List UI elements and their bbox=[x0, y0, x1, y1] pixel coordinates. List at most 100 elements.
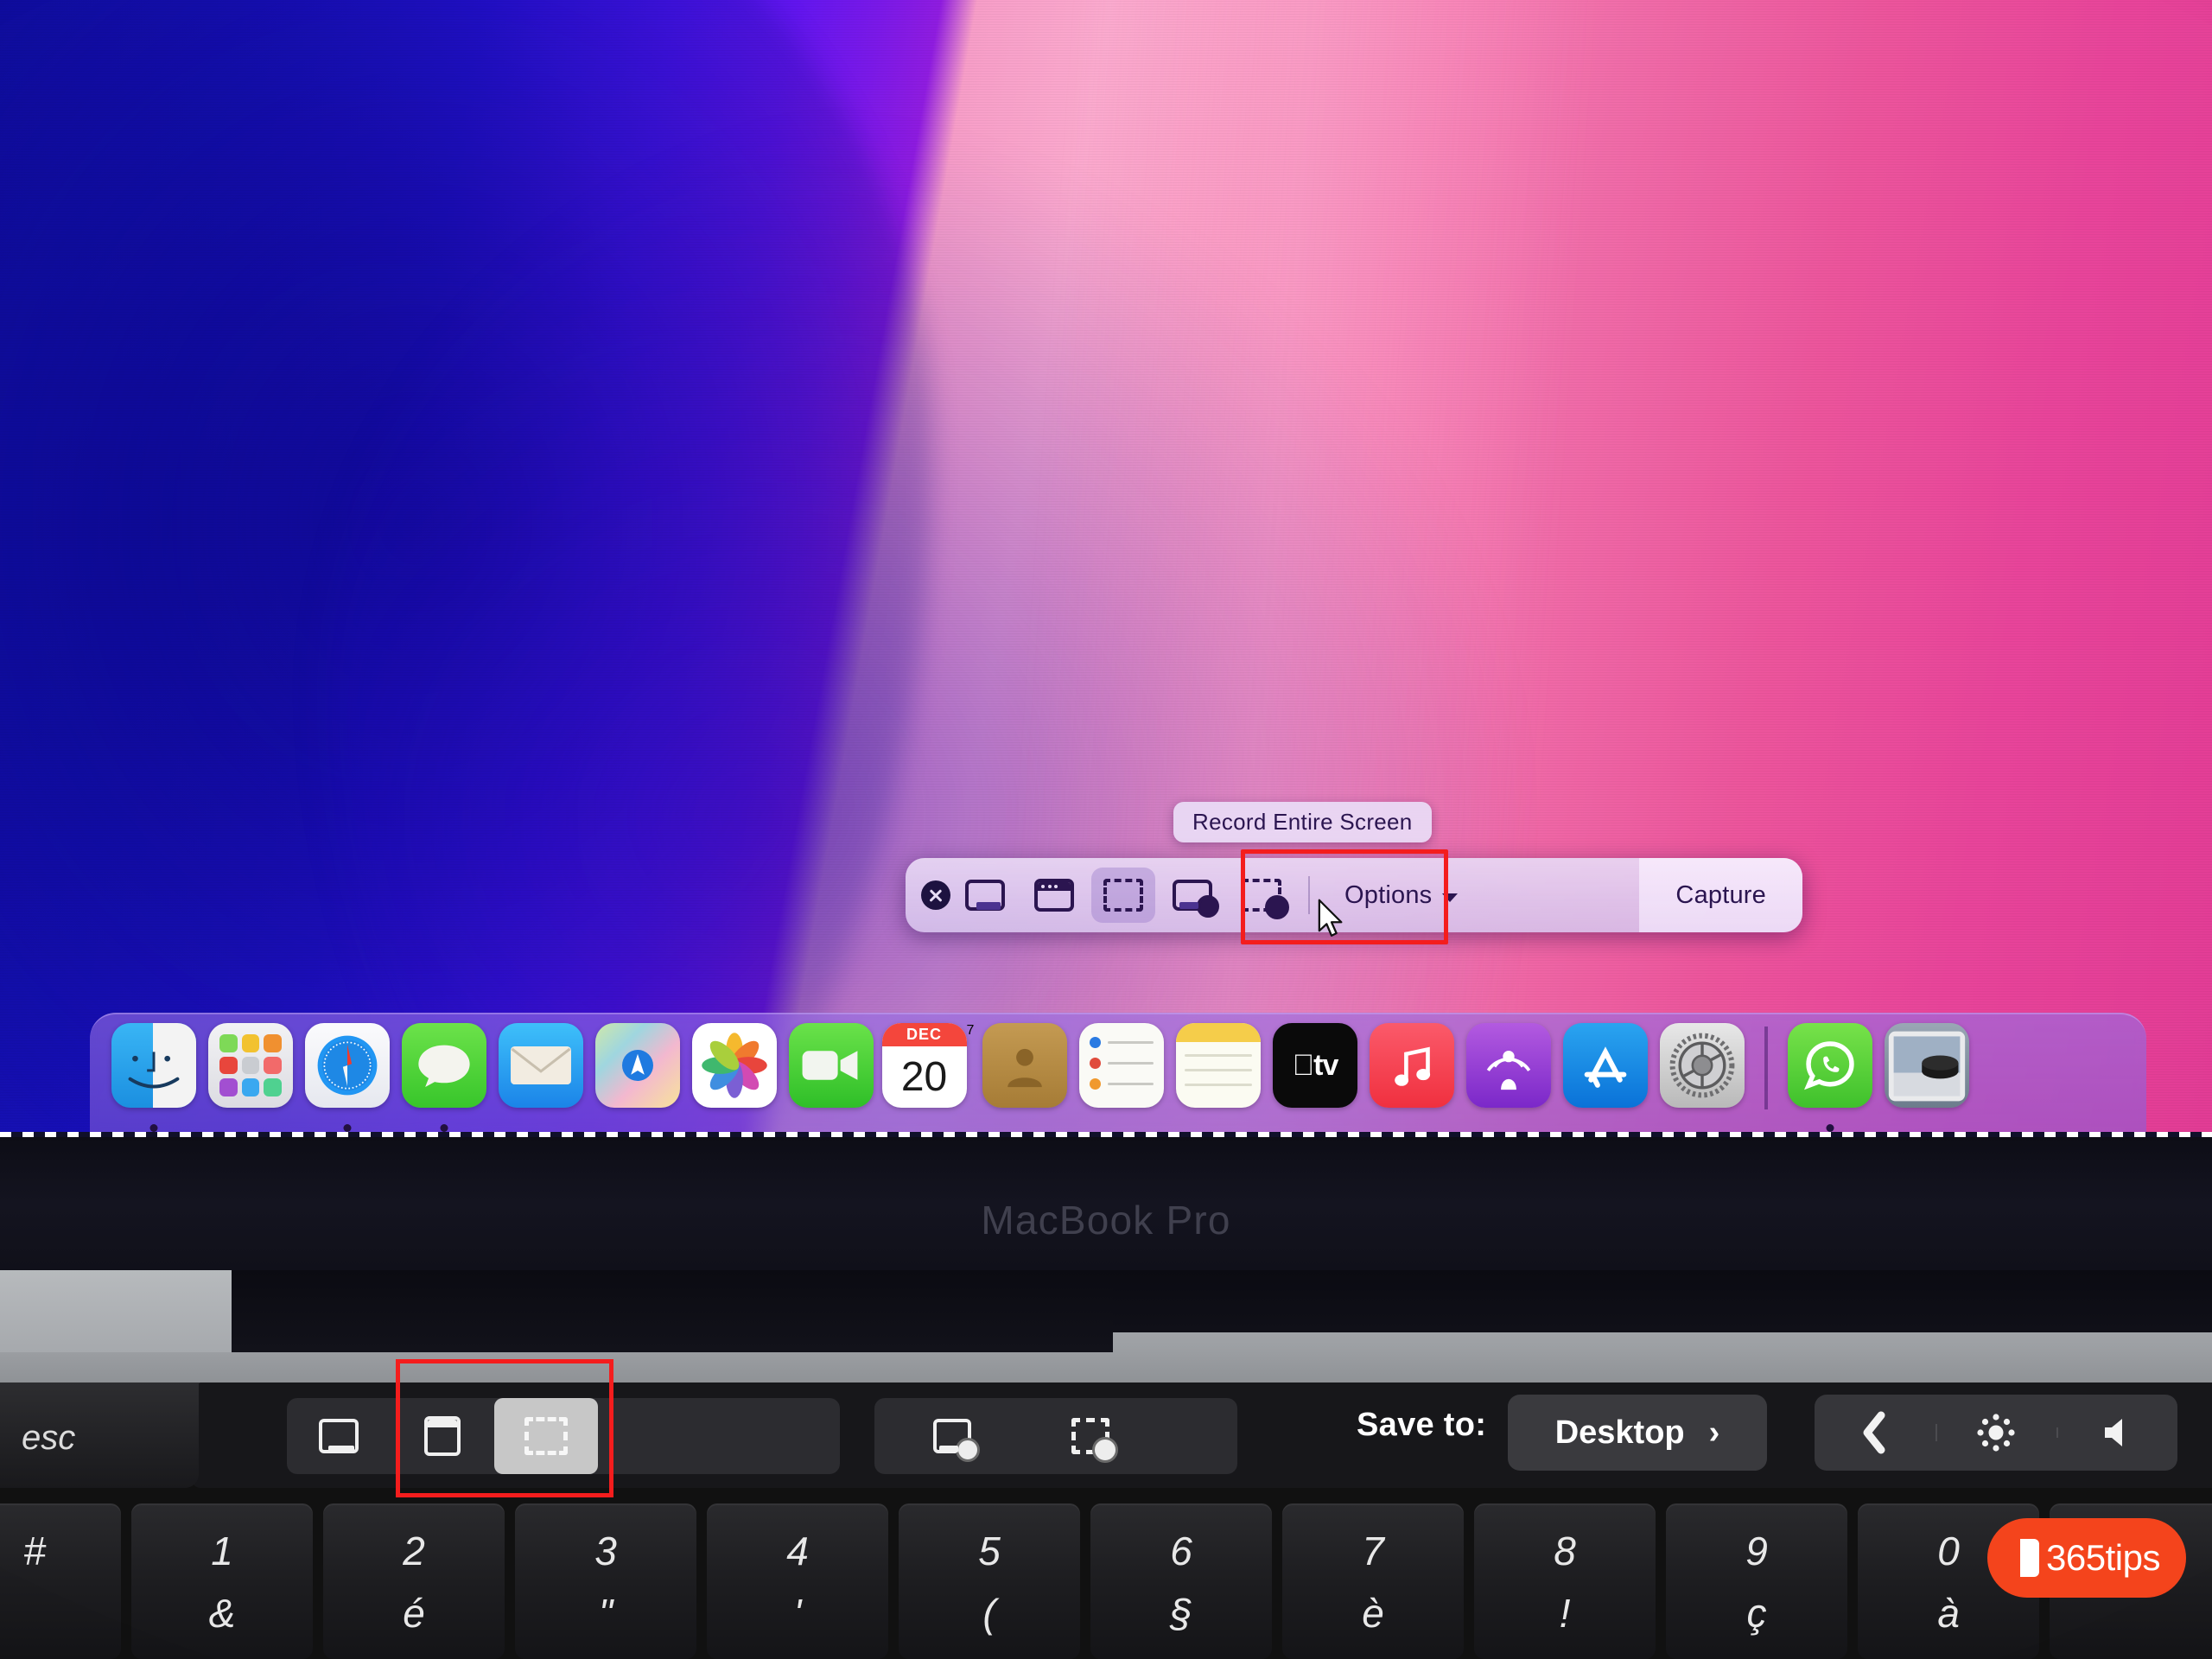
key-7[interactable]: 7 è bbox=[1282, 1503, 1464, 1659]
volume-icon[interactable] bbox=[2056, 1414, 2177, 1452]
capture-selected-portion-button[interactable] bbox=[1091, 868, 1155, 923]
key-2[interactable]: 2 é bbox=[323, 1503, 505, 1659]
dock-item-mail[interactable] bbox=[493, 1023, 589, 1113]
key-3[interactable]: 3 " bbox=[515, 1503, 696, 1659]
dock-item-system-preferences[interactable] bbox=[1654, 1023, 1751, 1113]
touchbar-record-entire-screen[interactable] bbox=[900, 1398, 1004, 1474]
macos-desktop bbox=[0, 0, 2212, 1142]
dock-item-calendar[interactable]: DEC 20 7 bbox=[880, 1023, 976, 1113]
tv-label: tv bbox=[1302, 1048, 1338, 1082]
dock-item-contacts[interactable] bbox=[976, 1023, 1073, 1113]
record-selection-icon bbox=[1071, 1418, 1118, 1463]
record-selection-icon bbox=[1242, 879, 1289, 919]
key-6[interactable]: 6 § bbox=[1090, 1503, 1272, 1659]
touchbar-record-group bbox=[874, 1398, 1237, 1474]
key-5[interactable]: 5 ( bbox=[899, 1503, 1080, 1659]
save-to-destination-button[interactable]: Desktop › bbox=[1508, 1395, 1767, 1471]
window-icon bbox=[1034, 879, 1074, 912]
dock-item-podcasts[interactable] bbox=[1460, 1023, 1557, 1113]
dock-item-launchpad[interactable] bbox=[202, 1023, 299, 1113]
key-alt: § bbox=[1170, 1591, 1192, 1636]
touchbar-capture-selected-portion[interactable] bbox=[494, 1398, 598, 1474]
watermark-text: 365tips bbox=[2046, 1537, 2160, 1578]
key-num: 9 bbox=[1745, 1529, 1768, 1573]
deck-shadow-left bbox=[232, 1270, 1113, 1352]
screen-icon bbox=[965, 880, 1005, 911]
watermark-365tips: 365tips bbox=[1987, 1518, 2186, 1598]
calendar-month: DEC bbox=[881, 1023, 967, 1046]
dock-item-photos[interactable] bbox=[686, 1023, 783, 1113]
close-icon[interactable] bbox=[921, 880, 950, 910]
key-4[interactable]: 4 ' bbox=[707, 1503, 888, 1659]
chevron-right-icon: › bbox=[1708, 1414, 1720, 1451]
key-alt: ç bbox=[1746, 1591, 1767, 1636]
dock-item-facetime[interactable] bbox=[783, 1023, 880, 1113]
dock-item-finder[interactable] bbox=[105, 1023, 202, 1132]
touchbar-control-strip bbox=[1815, 1395, 2177, 1471]
running-indicator bbox=[149, 1124, 158, 1132]
dock-item-safari[interactable] bbox=[299, 1023, 396, 1132]
key-alt: ( bbox=[982, 1591, 996, 1636]
dock-item-downloads[interactable] bbox=[1878, 1023, 1975, 1113]
dock-item-music[interactable] bbox=[1363, 1023, 1460, 1113]
key-num: 1 bbox=[211, 1529, 233, 1573]
key-1[interactable]: 1 & bbox=[131, 1503, 313, 1659]
mouse-cursor bbox=[1318, 899, 1343, 937]
key-9[interactable]: 9 ç bbox=[1666, 1503, 1847, 1659]
key-num: 4 bbox=[786, 1529, 809, 1573]
screenshot-toolbar: Options Capture bbox=[906, 858, 1802, 932]
running-indicator bbox=[343, 1124, 352, 1132]
record-screen-icon bbox=[1173, 880, 1219, 918]
dock-item-whatsapp[interactable] bbox=[1782, 1023, 1878, 1132]
key-alt: & bbox=[208, 1591, 236, 1636]
toolbar-divider bbox=[1308, 876, 1310, 914]
touchbar-record-selected-portion[interactable] bbox=[1039, 1398, 1142, 1474]
key-num: 7 bbox=[1362, 1529, 1384, 1573]
dock: DEC 20 7 tv bbox=[90, 1013, 2146, 1132]
dock-item-app-store[interactable] bbox=[1557, 1023, 1654, 1113]
key-hash[interactable]: # bbox=[0, 1503, 121, 1659]
key-8[interactable]: 8 ! bbox=[1474, 1503, 1656, 1659]
screenshot-root: Record Entire Screen Options Capture DEC… bbox=[0, 0, 2212, 1659]
deck-corner bbox=[0, 1270, 232, 1352]
record-entire-screen-button[interactable] bbox=[1160, 868, 1224, 923]
record-screen-icon bbox=[933, 1419, 980, 1462]
screen-capture-dashed-border bbox=[0, 1132, 2212, 1137]
dock-item-messages[interactable] bbox=[396, 1023, 493, 1132]
options-button[interactable]: Options bbox=[1322, 858, 1484, 932]
key-alt: " bbox=[598, 1591, 613, 1636]
window-icon bbox=[424, 1416, 461, 1456]
key-alt: à bbox=[1937, 1591, 1960, 1636]
key-num: 0 bbox=[1937, 1529, 1960, 1573]
capture-button[interactable]: Capture bbox=[1639, 858, 1802, 932]
running-indicator bbox=[440, 1124, 448, 1132]
key-num: 5 bbox=[978, 1529, 1001, 1573]
chevron-left-icon[interactable] bbox=[1815, 1410, 1936, 1455]
esc-key-label: esc bbox=[22, 1419, 76, 1457]
record-selected-portion-button[interactable] bbox=[1230, 868, 1294, 923]
options-label: Options bbox=[1344, 880, 1433, 909]
apple-logo-icon:  bbox=[1293, 1049, 1314, 1083]
touchbar-capture-group bbox=[287, 1398, 840, 1474]
esc-key[interactable]: esc bbox=[0, 1382, 199, 1488]
touchbar-capture-selected-window[interactable] bbox=[391, 1398, 494, 1474]
dock-item-tv[interactable]: tv bbox=[1267, 1023, 1363, 1113]
wallpaper-wave-right bbox=[985, 0, 1607, 1142]
key-alt: ' bbox=[793, 1591, 802, 1636]
chevron-down-icon bbox=[1442, 893, 1459, 902]
deck-shadow-right bbox=[1113, 1270, 2212, 1332]
macbook-pro-label: MacBook Pro bbox=[981, 1198, 1231, 1243]
office-icon bbox=[2013, 1539, 2040, 1577]
brightness-icon[interactable] bbox=[1936, 1410, 2056, 1455]
key-num: 3 bbox=[594, 1529, 617, 1573]
dock-item-notes[interactable] bbox=[1170, 1023, 1267, 1113]
dock-item-reminders[interactable] bbox=[1073, 1023, 1170, 1113]
capture-selected-window-button[interactable] bbox=[1022, 868, 1086, 923]
key-num: 8 bbox=[1554, 1529, 1576, 1573]
touchbar-capture-entire-screen[interactable] bbox=[287, 1398, 391, 1474]
key-num: # bbox=[23, 1529, 46, 1573]
dock-item-maps[interactable] bbox=[589, 1023, 686, 1113]
capture-entire-screen-button[interactable] bbox=[953, 868, 1017, 923]
key-num: 6 bbox=[1170, 1529, 1192, 1573]
dashed-selection-icon bbox=[524, 1417, 568, 1455]
